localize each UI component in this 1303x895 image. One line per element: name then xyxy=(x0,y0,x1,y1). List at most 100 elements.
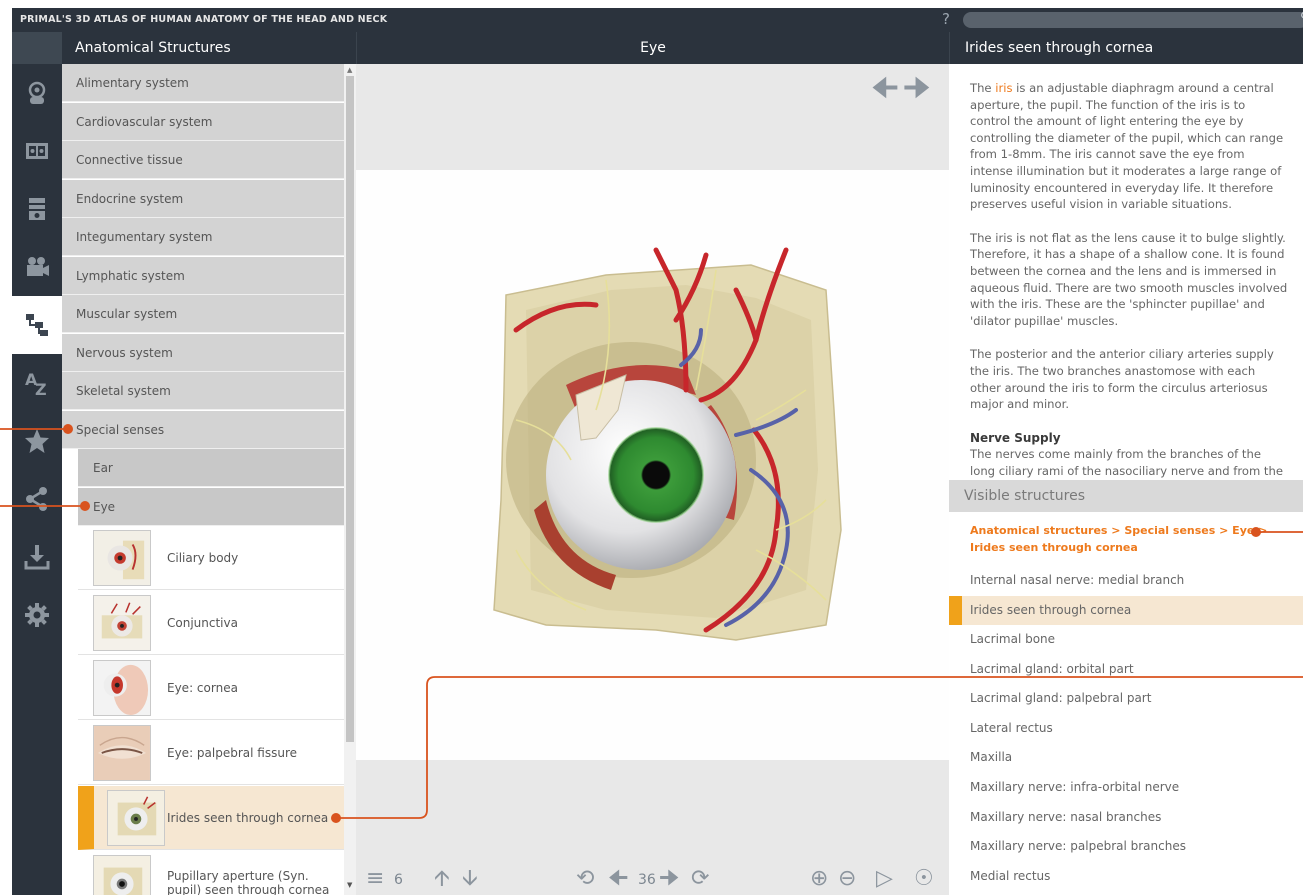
a-z-index-button[interactable]: AZ xyxy=(12,354,62,412)
scrollbar-thumb[interactable] xyxy=(346,76,354,742)
structure-item-eye-cornea[interactable]: Eye: cornea xyxy=(78,656,344,720)
video-camera-icon xyxy=(27,257,49,276)
visible-item-irides[interactable]: Irides seen through cornea xyxy=(949,596,1303,625)
visible-item-lacrimal-gland-palpebral[interactable]: Lacrimal gland: palpebral part xyxy=(949,684,1303,713)
category-cardiovascular[interactable]: Cardiovascular system xyxy=(62,102,344,141)
iris-link[interactable]: iris xyxy=(995,81,1012,95)
structure-label: Eye: palpebral fissure xyxy=(167,746,298,760)
description-title: Irides seen through cornea xyxy=(949,32,1303,64)
structure-label: Eye: cornea xyxy=(167,681,238,695)
category-lymphatic[interactable]: Lymphatic system xyxy=(62,256,344,295)
structure-thumbnail xyxy=(107,790,165,846)
category-special-senses[interactable]: Special senses xyxy=(62,410,344,449)
structure-thumbnail xyxy=(93,855,151,895)
visible-item-maxillary-palpebral[interactable]: Maxillary nerve: palpebral branches xyxy=(949,832,1303,861)
rotate-left-cube-icon[interactable]: ⟲ xyxy=(576,866,594,892)
breadcrumb[interactable]: Anatomical structures > Special senses >… xyxy=(970,522,1270,556)
visible-item-maxillary-infra-orbital[interactable]: Maxillary nerve: infra-orbital nerve xyxy=(949,773,1303,802)
model-viewer[interactable]: 🠈 🠊 ≡ 6 🡩 🡫 ⟲ 🠈 36 🠊 ⟳ ⊕ ⊖ ▷ ☉ xyxy=(356,64,949,895)
forward-arrow-icon[interactable]: 🠊 xyxy=(903,74,931,104)
structure-item-pupillary-aperture[interactable]: Pupillary aperture (Syn. pupil) seen thr… xyxy=(78,851,344,895)
mirror-icon[interactable]: ▷ xyxy=(876,866,893,892)
structure-item-ciliary-body[interactable]: Ciliary body xyxy=(78,526,344,590)
app-window: PRIMAL'S 3D ATLAS OF HUMAN ANATOMY OF TH… xyxy=(0,0,1303,895)
settings-button[interactable] xyxy=(12,586,62,644)
category-skeletal[interactable]: Skeletal system xyxy=(62,372,344,410)
rotate-right-cube-icon[interactable]: ⟳ xyxy=(691,866,709,892)
structures-panel-title: Anatomical Structures xyxy=(62,32,356,64)
structure-thumbnail xyxy=(93,595,151,651)
structure-item-palpebral-fissure[interactable]: Eye: palpebral fissure xyxy=(78,721,344,785)
favorites-button[interactable] xyxy=(12,412,62,470)
scroll-up-arrow-icon[interactable]: ▲ xyxy=(347,66,352,74)
video-button[interactable] xyxy=(12,238,62,296)
layer-up-arrow-icon[interactable]: 🡩 xyxy=(434,866,450,892)
description-paragraph-3: The posterior and the anterior ciliary a… xyxy=(970,347,1274,412)
description-paragraph-2: The iris is not flat as the lens cause i… xyxy=(970,230,1288,328)
structure-thumbnail xyxy=(93,725,151,781)
category-integumentary[interactable]: Integumentary system xyxy=(62,218,344,256)
visible-item-internal-nasal-nerve[interactable]: Internal nasal nerve: medial branch xyxy=(949,566,1303,595)
scroll-down-arrow-icon[interactable]: ▼ xyxy=(347,881,352,889)
app-title: PRIMAL'S 3D ATLAS OF HUMAN ANATOMY OF TH… xyxy=(20,14,388,25)
sidebar-header xyxy=(12,32,62,64)
back-arrow-icon[interactable]: 🠈 xyxy=(871,74,899,104)
eye-3d-model[interactable] xyxy=(356,170,949,760)
svg-text:Z: Z xyxy=(35,380,47,397)
visible-item-lacrimal-bone[interactable]: Lacrimal bone xyxy=(949,625,1303,654)
subcategory-ear[interactable]: Ear xyxy=(78,449,344,487)
category-endocrine[interactable]: Endocrine system xyxy=(62,179,344,218)
structure-label: Pupillary aperture (Syn. pupil) seen thr… xyxy=(167,869,330,895)
category-nervous[interactable]: Nervous system xyxy=(62,333,344,372)
model-stage[interactable] xyxy=(356,170,949,760)
description-paragraph-1: The iris is an adjustable diaphragm arou… xyxy=(970,81,1284,212)
rotate-view-button[interactable] xyxy=(12,64,62,122)
viewer-toolbar: ≡ 6 🡩 🡫 ⟲ 🠈 36 🠊 ⟳ ⊕ ⊖ ▷ ☉ xyxy=(356,864,949,895)
visible-item-lateral-rectus[interactable]: Lateral rectus xyxy=(949,714,1303,743)
structure-item-irides[interactable]: Irides seen through cornea xyxy=(78,786,344,850)
rotation-count: 36 xyxy=(638,872,656,888)
tool-sidebar: AZ xyxy=(12,64,62,895)
structure-label: Ciliary body xyxy=(167,551,239,565)
layer-down-arrow-icon[interactable]: 🡫 xyxy=(462,866,478,892)
slides-button[interactable] xyxy=(12,122,62,180)
quiz-icon xyxy=(29,198,45,220)
zoom-out-icon[interactable]: ⊖ xyxy=(838,866,856,892)
visible-item-maxillary-nasal[interactable]: Maxillary nerve: nasal branches xyxy=(949,803,1303,832)
center-view-icon[interactable]: ☉ xyxy=(914,866,934,892)
rotate-right-arrow-icon[interactable]: 🠊 xyxy=(659,866,679,892)
hierarchy-tree-icon xyxy=(26,314,48,336)
category-muscular[interactable]: Muscular system xyxy=(62,295,344,333)
hierarchy-tree-button[interactable] xyxy=(12,296,62,354)
structure-label: Irides seen through cornea xyxy=(167,811,329,825)
description-paragraph-4: The nerves come mainly from the branches… xyxy=(970,447,1283,478)
visible-item-medial-rectus[interactable]: Medial rectus xyxy=(949,862,1303,891)
subcategory-eye[interactable]: Eye xyxy=(78,487,344,526)
breadcrumb-line-1[interactable]: Anatomical structures > Special senses >… xyxy=(970,522,1270,539)
visible-structures-header: Visible structures xyxy=(949,480,1303,512)
quiz-button[interactable] xyxy=(12,180,62,238)
layers-icon[interactable]: ≡ xyxy=(366,866,384,892)
breadcrumb-line-2[interactable]: Irides seen through cornea xyxy=(970,539,1270,556)
nerve-supply-heading: Nerve Supply xyxy=(970,430,1061,445)
structure-item-conjunctiva[interactable]: Conjunctiva xyxy=(78,591,344,655)
description-panel: The iris is an adjustable diaphragm arou… xyxy=(949,64,1303,480)
category-connective-tissue[interactable]: Connective tissue xyxy=(62,141,344,179)
search-input[interactable] xyxy=(963,12,1303,28)
visible-item-maxilla[interactable]: Maxilla xyxy=(949,743,1303,772)
layers-count: 6 xyxy=(394,872,403,888)
structure-thumbnail xyxy=(93,530,151,586)
zoom-in-icon[interactable]: ⊕ xyxy=(810,866,828,892)
help-button[interactable]: ? xyxy=(942,10,950,28)
category-alimentary[interactable]: Alimentary system xyxy=(62,64,344,102)
title-bar: PRIMAL'S 3D ATLAS OF HUMAN ANATOMY OF TH… xyxy=(12,8,1303,32)
visible-item-lacrimal-gland-orbital[interactable]: Lacrimal gland: orbital part xyxy=(949,655,1303,684)
slides-icon xyxy=(26,143,48,159)
structure-list-scrollbar[interactable]: ▲ ▼ xyxy=(344,64,356,895)
favorites-star-icon xyxy=(25,429,49,453)
download-button[interactable] xyxy=(12,528,62,586)
history-nav: 🠈 🠊 xyxy=(871,74,931,104)
rotate-left-arrow-icon[interactable]: 🠈 xyxy=(608,866,628,892)
share-button[interactable] xyxy=(12,470,62,528)
settings-gear-icon xyxy=(25,603,49,627)
